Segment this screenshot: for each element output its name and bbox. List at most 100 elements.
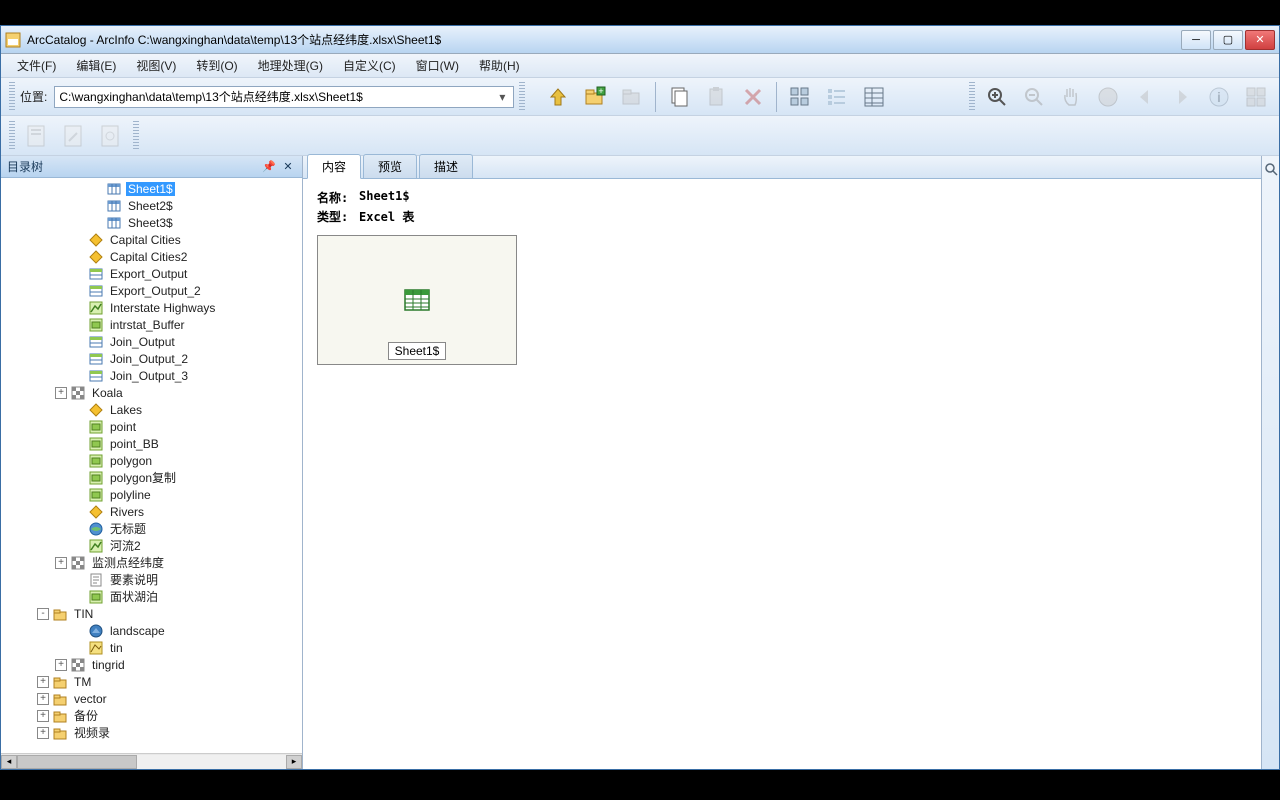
tree-node[interactable]: 河流2 [1, 537, 302, 554]
menu-view[interactable]: 视图(V) [126, 54, 186, 77]
tree-node[interactable]: +tingrid [1, 656, 302, 673]
tree-node[interactable]: Rivers [1, 503, 302, 520]
zoom-in-button[interactable] [980, 80, 1014, 114]
menu-window[interactable]: 窗口(W) [406, 54, 469, 77]
scroll-left-icon[interactable]: ◂ [1, 755, 17, 769]
tree-node[interactable]: polygon [1, 452, 302, 469]
tree-node[interactable]: polyline [1, 486, 302, 503]
tree-node[interactable]: 要素说明 [1, 571, 302, 588]
tree-node[interactable]: 无标题 [1, 520, 302, 537]
item-thumbnail[interactable]: Sheet1$ [317, 235, 517, 365]
tree-node[interactable]: landscape [1, 622, 302, 639]
paste-button [699, 80, 733, 114]
tree-node[interactable]: Sheet2$ [1, 197, 302, 214]
expand-icon[interactable]: + [37, 693, 49, 705]
close-button[interactable]: ✕ [1245, 30, 1275, 50]
tree-node[interactable]: Export_Output_2 [1, 282, 302, 299]
search-dock-icon[interactable] [1264, 162, 1278, 176]
toolbar-grip[interactable] [9, 121, 15, 151]
tree-node[interactable]: Sheet3$ [1, 214, 302, 231]
menu-customize[interactable]: 自定义(C) [333, 54, 406, 77]
collapse-icon[interactable]: - [37, 608, 49, 620]
scroll-track[interactable] [17, 755, 286, 769]
expand-icon[interactable]: + [55, 659, 67, 671]
expander-blank [73, 438, 85, 450]
location-combobox[interactable]: C:\wangxinghan\data\temp\13个站点经纬度.xlsx\S… [54, 86, 514, 108]
tree-node-label: point_BB [108, 437, 161, 451]
tree-node[interactable]: Lakes [1, 401, 302, 418]
details-button[interactable] [857, 80, 891, 114]
tree-node[interactable]: Join_Output_2 [1, 350, 302, 367]
connect-folder-button[interactable]: + [578, 80, 612, 114]
catalog-tree-scroll[interactable]: Sheet1$Sheet2$Sheet3$Capital CitiesCapit… [1, 178, 302, 753]
minimize-button[interactable]: ─ [1181, 30, 1211, 50]
close-panel-icon[interactable]: ✕ [280, 159, 296, 175]
tree-node[interactable]: Join_Output [1, 333, 302, 350]
table-icon [106, 198, 122, 214]
tab-content[interactable]: 内容 [307, 154, 361, 179]
toolbar-grip[interactable] [9, 82, 15, 112]
large-icons-button[interactable] [783, 80, 817, 114]
forward-button [1165, 80, 1199, 114]
tab-preview[interactable]: 预览 [363, 154, 417, 178]
expander-blank [73, 336, 85, 348]
right-dock[interactable] [1261, 156, 1279, 769]
tree-node-label: 要素说明 [108, 571, 160, 588]
tree-node[interactable]: 面状湖泊 [1, 588, 302, 605]
menu-goto[interactable]: 转到(O) [186, 54, 247, 77]
toolbar-grip[interactable] [133, 121, 139, 151]
tin2-icon [88, 640, 104, 656]
tree-node[interactable]: polygon复制 [1, 469, 302, 486]
tree-node[interactable]: +vector [1, 690, 302, 707]
toolbar-grip[interactable] [519, 82, 525, 112]
menu-geoprocessing[interactable]: 地理处理(G) [248, 54, 333, 77]
tree-node[interactable]: Capital Cities [1, 231, 302, 248]
tree-node[interactable]: Join_Output_3 [1, 367, 302, 384]
tree-node[interactable]: +Koala [1, 384, 302, 401]
expand-icon[interactable]: + [37, 710, 49, 722]
list-button[interactable] [820, 80, 854, 114]
dbf-icon [88, 266, 104, 282]
tree-node[interactable]: Export_Output [1, 265, 302, 282]
pin-icon[interactable]: 📌 [261, 159, 277, 175]
tree-horizontal-scrollbar[interactable]: ◂ ▸ [1, 753, 302, 769]
maximize-button[interactable]: ▢ [1213, 30, 1243, 50]
tree-node[interactable]: +备份 [1, 707, 302, 724]
tree-node[interactable]: Interstate Highways [1, 299, 302, 316]
raster-icon [70, 657, 86, 673]
disconnect-folder-button [615, 80, 649, 114]
menu-edit[interactable]: 编辑(E) [66, 54, 126, 77]
identify-button: i [1202, 80, 1236, 114]
tree-node[interactable]: + TM [1, 673, 302, 690]
globe-icon [88, 521, 104, 537]
tin-icon [88, 623, 104, 639]
tab-strip: 内容 预览 描述 [303, 156, 1261, 179]
tree-node[interactable]: -TIN [1, 605, 302, 622]
tree-node[interactable]: point [1, 418, 302, 435]
up-one-level-button[interactable] [541, 80, 575, 114]
location-dropdown-icon[interactable]: ▾ [495, 90, 509, 104]
copy-button[interactable] [662, 80, 696, 114]
expander-blank [73, 268, 85, 280]
tree-node-label: TM [72, 675, 93, 689]
tree-node[interactable]: Sheet1$ [1, 180, 302, 197]
tree-node-label: Rivers [108, 505, 146, 519]
tree-node[interactable]: Capital Cities2 [1, 248, 302, 265]
menu-file[interactable]: 文件(F) [7, 54, 66, 77]
tree-node[interactable]: +监测点经纬度 [1, 554, 302, 571]
expand-icon[interactable]: + [55, 387, 67, 399]
toolbar-grip[interactable] [969, 82, 975, 112]
tree-node[interactable]: +视频录 [1, 724, 302, 741]
tree-node-label: Sheet1$ [126, 182, 175, 196]
scroll-right-icon[interactable]: ▸ [286, 755, 302, 769]
scroll-thumb[interactable] [17, 755, 137, 769]
tab-description[interactable]: 描述 [419, 154, 473, 178]
tree-node[interactable]: point_BB [1, 435, 302, 452]
expand-icon[interactable]: + [55, 557, 67, 569]
toolbar-separator [776, 82, 777, 112]
expand-icon[interactable]: + [37, 676, 49, 688]
tree-node[interactable]: intrstat_Buffer [1, 316, 302, 333]
expand-icon[interactable]: + [37, 727, 49, 739]
menu-help[interactable]: 帮助(H) [469, 54, 530, 77]
tree-node[interactable]: tin [1, 639, 302, 656]
